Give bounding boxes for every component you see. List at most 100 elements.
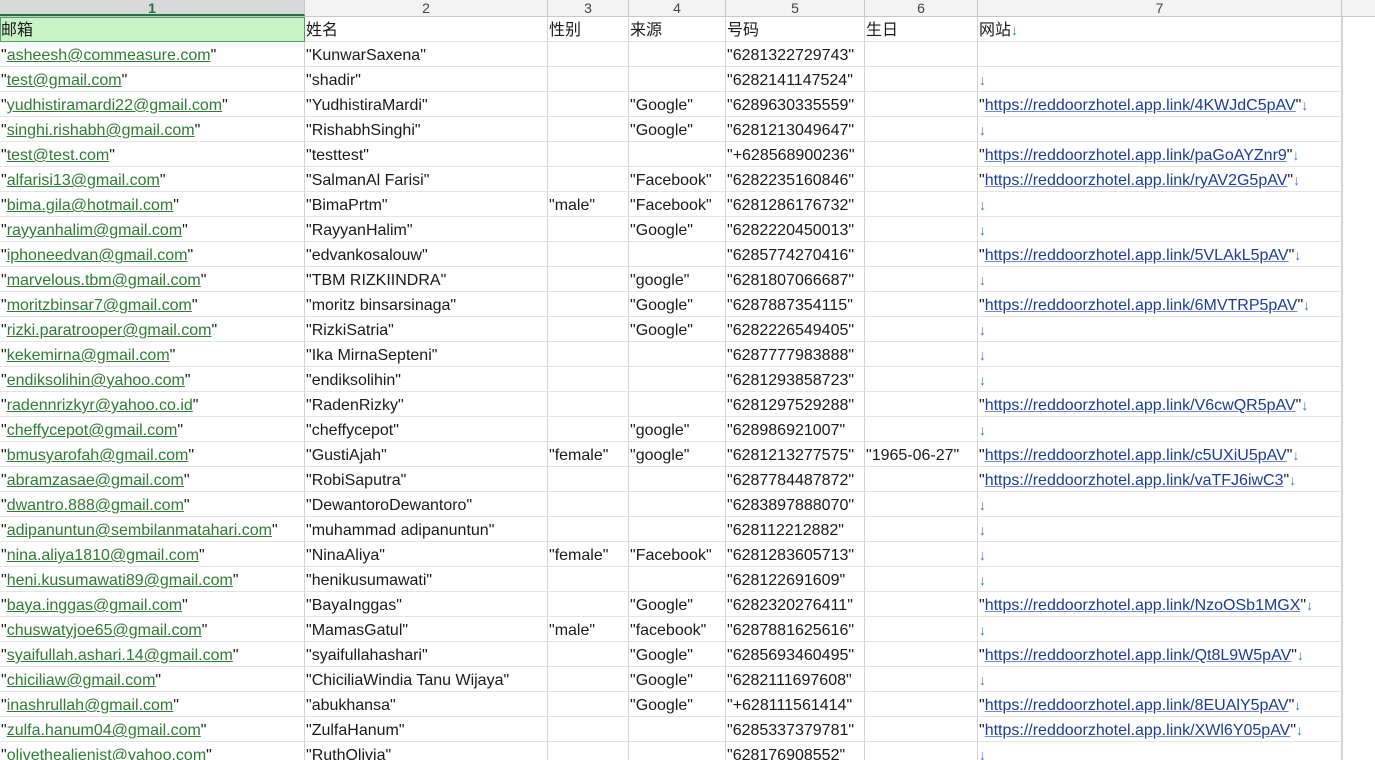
email-link[interactable]: zulfa.hanum04@gmail.com: [7, 722, 201, 739]
email-link[interactable]: radennrizkyr@yahoo.co.id: [7, 397, 193, 414]
cell-gender[interactable]: "male": [548, 617, 629, 642]
cell-source[interactable]: "Facebook": [629, 167, 726, 192]
cell-birthday[interactable]: [865, 692, 978, 717]
cell-url[interactable]: "https://reddoorzhotel.app.link/ryAV2G5p…: [978, 167, 1342, 192]
cell-name[interactable]: "Ika MirnaSepteni": [305, 342, 548, 367]
cell-url[interactable]: ↓: [978, 367, 1342, 392]
website-link[interactable]: https://reddoorzhotel.app.link/NzoOSb1MG…: [985, 597, 1301, 614]
cell-birthday[interactable]: [865, 417, 978, 442]
column-header-5[interactable]: 5: [726, 0, 865, 16]
cell-birthday[interactable]: [865, 342, 978, 367]
header-cell-source[interactable]: 来源: [629, 17, 726, 42]
email-link[interactable]: marvelous.tbm@gmail.com: [7, 272, 201, 289]
cell-email[interactable]: "heni.kusumawati89@gmail.com": [0, 567, 305, 592]
cell-phone[interactable]: "6283897888070": [726, 492, 865, 517]
cell-url[interactable]: ↓: [978, 517, 1342, 542]
cell-url[interactable]: "https://reddoorzhotel.app.link/4KWJdC5p…: [978, 92, 1342, 117]
cell-email[interactable]: "chuswatyjoe65@gmail.com": [0, 617, 305, 642]
website-link[interactable]: https://reddoorzhotel.app.link/vaTFJ6iwC…: [985, 472, 1284, 489]
cell-source[interactable]: "Google": [629, 667, 726, 692]
cell-phone[interactable]: "628986921007": [726, 417, 865, 442]
cell-birthday[interactable]: [865, 392, 978, 417]
email-link[interactable]: moritzbinsar7@gmail.com: [7, 297, 192, 314]
cell-name[interactable]: "RuthOlivia": [305, 742, 548, 760]
cell-name[interactable]: "RishabhSinghi": [305, 117, 548, 142]
cell-phone[interactable]: "6281297529288": [726, 392, 865, 417]
cell-phone[interactable]: "628122691609": [726, 567, 865, 592]
cell-url[interactable]: ↓: [978, 492, 1342, 517]
website-link[interactable]: https://reddoorzhotel.app.link/5VLAkL5pA…: [985, 247, 1289, 264]
cell-email[interactable]: "test@test.com": [0, 142, 305, 167]
cell-source[interactable]: "Google": [629, 592, 726, 617]
cell-name[interactable]: "KunwarSaxena": [305, 42, 548, 67]
cell-source[interactable]: "Google": [629, 117, 726, 142]
email-link[interactable]: abramzasae@gmail.com: [7, 472, 184, 489]
email-link[interactable]: test@gmail.com: [7, 72, 122, 89]
cell-email[interactable]: "dwantro.888@gmail.com": [0, 492, 305, 517]
cell-email[interactable]: "endiksolihin@yahoo.com": [0, 367, 305, 392]
cell-name[interactable]: "ChiciliaWindia Tanu Wijaya": [305, 667, 548, 692]
cell-birthday[interactable]: [865, 617, 978, 642]
cell-name[interactable]: "cheffycepot": [305, 417, 548, 442]
cell-birthday[interactable]: [865, 567, 978, 592]
email-link[interactable]: chuswatyjoe65@gmail.com: [7, 622, 202, 639]
cell-source[interactable]: [629, 342, 726, 367]
cell-email[interactable]: "chiciliaw@gmail.com": [0, 667, 305, 692]
cell-url[interactable]: "https://reddoorzhotel.app.link/V6cwQR5p…: [978, 392, 1342, 417]
cell-name[interactable]: "RayyanHalim": [305, 217, 548, 242]
header-cell-name[interactable]: 姓名: [305, 17, 548, 42]
cell-source[interactable]: "Google": [629, 217, 726, 242]
cell-gender[interactable]: [548, 142, 629, 167]
cell-name[interactable]: "ZulfaHanum": [305, 717, 548, 742]
cell-email[interactable]: "rizki.paratrooper@gmail.com": [0, 317, 305, 342]
cell-source[interactable]: "Google": [629, 642, 726, 667]
cell-gender[interactable]: [548, 317, 629, 342]
header-cell-email[interactable]: 邮箱: [0, 17, 305, 42]
cell-name[interactable]: "RizkiSatria": [305, 317, 548, 342]
cell-url[interactable]: ↓: [978, 267, 1342, 292]
cell-name[interactable]: "muhammad adipanuntun": [305, 517, 548, 542]
cell-gender[interactable]: [548, 367, 629, 392]
cell-gender[interactable]: "female": [548, 542, 629, 567]
cell-email[interactable]: "syaifullah.ashari.14@gmail.com": [0, 642, 305, 667]
cell-birthday[interactable]: [865, 217, 978, 242]
cell-gender[interactable]: [548, 242, 629, 267]
cell-phone[interactable]: "6285693460495": [726, 642, 865, 667]
header-cell-phone[interactable]: 号码: [726, 17, 865, 42]
header-cell-gender[interactable]: 性别: [548, 17, 629, 42]
cell-source[interactable]: [629, 742, 726, 760]
cell-gender[interactable]: "female": [548, 442, 629, 467]
website-link[interactable]: https://reddoorzhotel.app.link/8EUAlY5pA…: [985, 697, 1289, 714]
cell-gender[interactable]: [548, 467, 629, 492]
email-link[interactable]: adipanuntun@sembilanmatahari.com: [7, 522, 272, 539]
cell-birthday[interactable]: [865, 142, 978, 167]
cell-phone[interactable]: "6281283605713": [726, 542, 865, 567]
cell-url[interactable]: [978, 42, 1342, 67]
cell-birthday[interactable]: [865, 592, 978, 617]
email-link[interactable]: test@test.com: [7, 147, 110, 164]
email-link[interactable]: olivethealienist@yahoo.com: [7, 747, 206, 760]
cell-url[interactable]: "https://reddoorzhotel.app.link/5VLAkL5p…: [978, 242, 1342, 267]
email-link[interactable]: syaifullah.ashari.14@gmail.com: [7, 647, 233, 664]
cell-name[interactable]: "BayaInggas": [305, 592, 548, 617]
cell-url[interactable]: ↓: [978, 192, 1342, 217]
cell-phone[interactable]: "6281213049647": [726, 117, 865, 142]
cell-gender[interactable]: [548, 667, 629, 692]
cell-gender[interactable]: [548, 167, 629, 192]
cell-name[interactable]: "BimaPrtm": [305, 192, 548, 217]
cell-url[interactable]: ↓: [978, 617, 1342, 642]
email-link[interactable]: nina.aliya1810@gmail.com: [7, 547, 199, 564]
cell-name[interactable]: "edvankosalouw": [305, 242, 548, 267]
cell-source[interactable]: [629, 42, 726, 67]
cell-url[interactable]: ↓: [978, 217, 1342, 242]
cell-name[interactable]: "syaifullahashari": [305, 642, 548, 667]
cell-source[interactable]: "Google": [629, 317, 726, 342]
cell-email[interactable]: "kekemirna@gmail.com": [0, 342, 305, 367]
cell-url[interactable]: ↓: [978, 742, 1342, 760]
cell-url[interactable]: "https://reddoorzhotel.app.link/8EUAlY5p…: [978, 692, 1342, 717]
cell-gender[interactable]: [548, 292, 629, 317]
cell-email[interactable]: "cheffycepot@gmail.com": [0, 417, 305, 442]
cell-gender[interactable]: [548, 267, 629, 292]
cell-name[interactable]: "testtest": [305, 142, 548, 167]
email-link[interactable]: dwantro.888@gmail.com: [7, 497, 184, 514]
